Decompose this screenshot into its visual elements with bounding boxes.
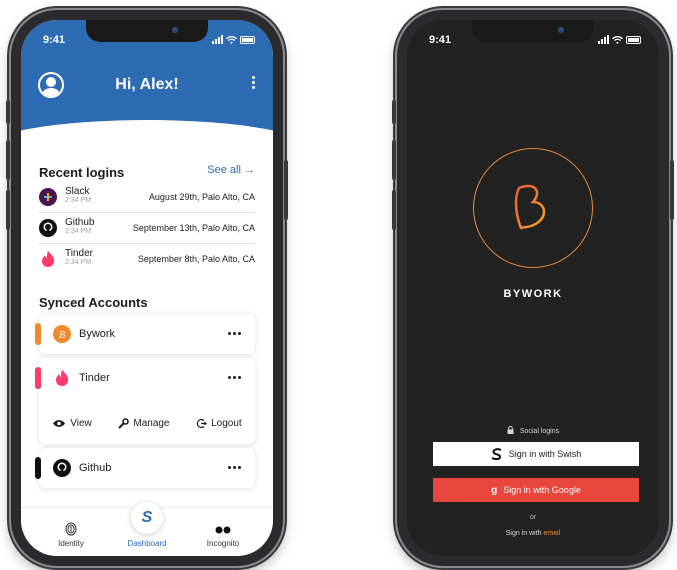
status-time: 9:41: [43, 34, 66, 46]
login-phone: 9:41 BYWORK Social logins Sign in with S…: [392, 10, 674, 566]
login-time: 2:34 PM: [65, 259, 92, 266]
wifi-icon: [612, 35, 623, 44]
login-app-name: Github: [65, 217, 95, 228]
more-options-icon[interactable]: [228, 376, 241, 379]
card-accent: [35, 367, 41, 389]
header-menu-icon[interactable]: [252, 76, 255, 89]
login-time: 2:34 PM: [65, 197, 92, 204]
login-location: September 8th, Palo Alto, CA: [137, 254, 255, 264]
dashboard-screen: 9:41 Hi, Alex! Recent logins See all → S…: [21, 20, 273, 556]
bywork-icon: B: [53, 325, 71, 343]
mute-switch: [6, 100, 10, 124]
tinder-icon: [56, 370, 69, 386]
logout-icon: [196, 418, 207, 428]
view-label: View: [70, 417, 92, 429]
greeting-title: Hi, Alex!: [115, 76, 179, 93]
sign-in-google-button[interactable]: g Sign in with Google: [433, 478, 639, 502]
login-app-name: Tinder: [65, 248, 93, 259]
bywork-logo-icon: [514, 184, 546, 230]
swish-fab-button[interactable]: S: [131, 502, 163, 534]
more-options-icon[interactable]: [228, 466, 241, 469]
social-logins-label: Social logins: [407, 426, 659, 435]
email-prefix: Sign in with: [505, 530, 542, 537]
manage-label: Manage: [133, 417, 170, 429]
tab-incognito[interactable]: Incognito: [193, 526, 253, 548]
account-card-bywork[interactable]: B Bywork: [35, 314, 255, 354]
manage-button[interactable]: Manage: [118, 417, 170, 429]
mute-switch: [392, 100, 396, 124]
card-accent: [35, 323, 41, 345]
volume-up-button: [392, 140, 396, 180]
camera: [172, 27, 178, 33]
see-all-link[interactable]: See all →: [207, 164, 255, 176]
view-button[interactable]: View: [52, 418, 92, 429]
account-name: Tinder: [79, 372, 110, 384]
login-time: 2:34 PM: [65, 228, 92, 235]
tab-dashboard[interactable]: Dashboard: [117, 539, 177, 548]
logout-button[interactable]: Logout: [196, 418, 242, 429]
wrench-icon: [118, 417, 130, 429]
brand-name: BYWORK: [503, 288, 563, 300]
synced-accounts-title: Synced Accounts: [39, 295, 148, 310]
tinder-icon: [42, 251, 55, 267]
power-button: [670, 160, 674, 220]
tab-dashboard-label: Dashboard: [127, 539, 167, 548]
login-screen: 9:41 BYWORK Social logins Sign in with S…: [407, 20, 659, 556]
email-link[interactable]: email: [544, 530, 561, 537]
fingerprint-icon: [65, 522, 77, 536]
login-row-tinder[interactable]: Tinder 2:34 PM September 8th, Palo Alto,…: [39, 244, 255, 274]
account-actions: View Manage Logout: [39, 406, 255, 440]
swish-button-label: Sign in with Swish: [508, 449, 582, 459]
login-app-name: Slack: [65, 186, 90, 197]
login-row-github[interactable]: Github 2:34 PM September 13th, Palo Alto…: [39, 213, 255, 244]
slack-icon: [39, 188, 57, 206]
volume-up-button: [6, 140, 10, 180]
battery-icon: [626, 35, 641, 44]
wifi-icon: [226, 35, 237, 44]
account-name: Bywork: [79, 328, 116, 340]
tab-incognito-label: Incognito: [206, 539, 240, 548]
google-button-label: Sign in with Google: [503, 485, 581, 495]
logout-label: Logout: [211, 417, 242, 429]
status-bar: 9:41: [21, 34, 273, 48]
account-card-github[interactable]: Github: [35, 448, 255, 488]
tab-identity-label: Identity: [58, 539, 84, 548]
status-time: 9:41: [429, 34, 452, 46]
volume-down-button: [392, 190, 396, 230]
google-plus-icon: g: [491, 484, 498, 496]
github-icon: [39, 219, 57, 237]
power-button: [284, 160, 288, 220]
incognito-icon: [215, 526, 231, 534]
svg-text:B: B: [59, 330, 65, 341]
eye-icon: [53, 419, 66, 427]
more-options-icon[interactable]: [228, 332, 241, 335]
email-signin-line: Sign in with email: [407, 530, 659, 537]
camera: [558, 27, 564, 33]
battery-icon: [240, 35, 255, 44]
account-name: Github: [79, 462, 112, 474]
signal-icon: [598, 35, 609, 44]
lock-icon: [507, 426, 514, 434]
login-location: September 13th, Palo Alto, CA: [132, 223, 255, 233]
volume-down-button: [6, 190, 10, 230]
card-accent: [35, 457, 41, 479]
status-bar: 9:41: [407, 34, 659, 48]
or-divider: or: [529, 514, 537, 521]
signal-icon: [212, 35, 223, 44]
github-icon: [53, 459, 71, 477]
swish-icon: [491, 448, 502, 460]
recent-logins-title: Recent logins: [39, 165, 125, 180]
sign-in-swish-button[interactable]: Sign in with Swish: [433, 442, 639, 466]
login-row-slack[interactable]: Slack 2:34 PM August 29th, Palo Alto, CA: [39, 182, 255, 213]
dashboard-phone: 9:41 Hi, Alex! Recent logins See all → S…: [6, 10, 288, 566]
login-location: August 29th, Palo Alto, CA: [148, 192, 255, 202]
tab-identity[interactable]: Identity: [41, 522, 101, 548]
social-logins-text: Social logins: [519, 428, 560, 435]
